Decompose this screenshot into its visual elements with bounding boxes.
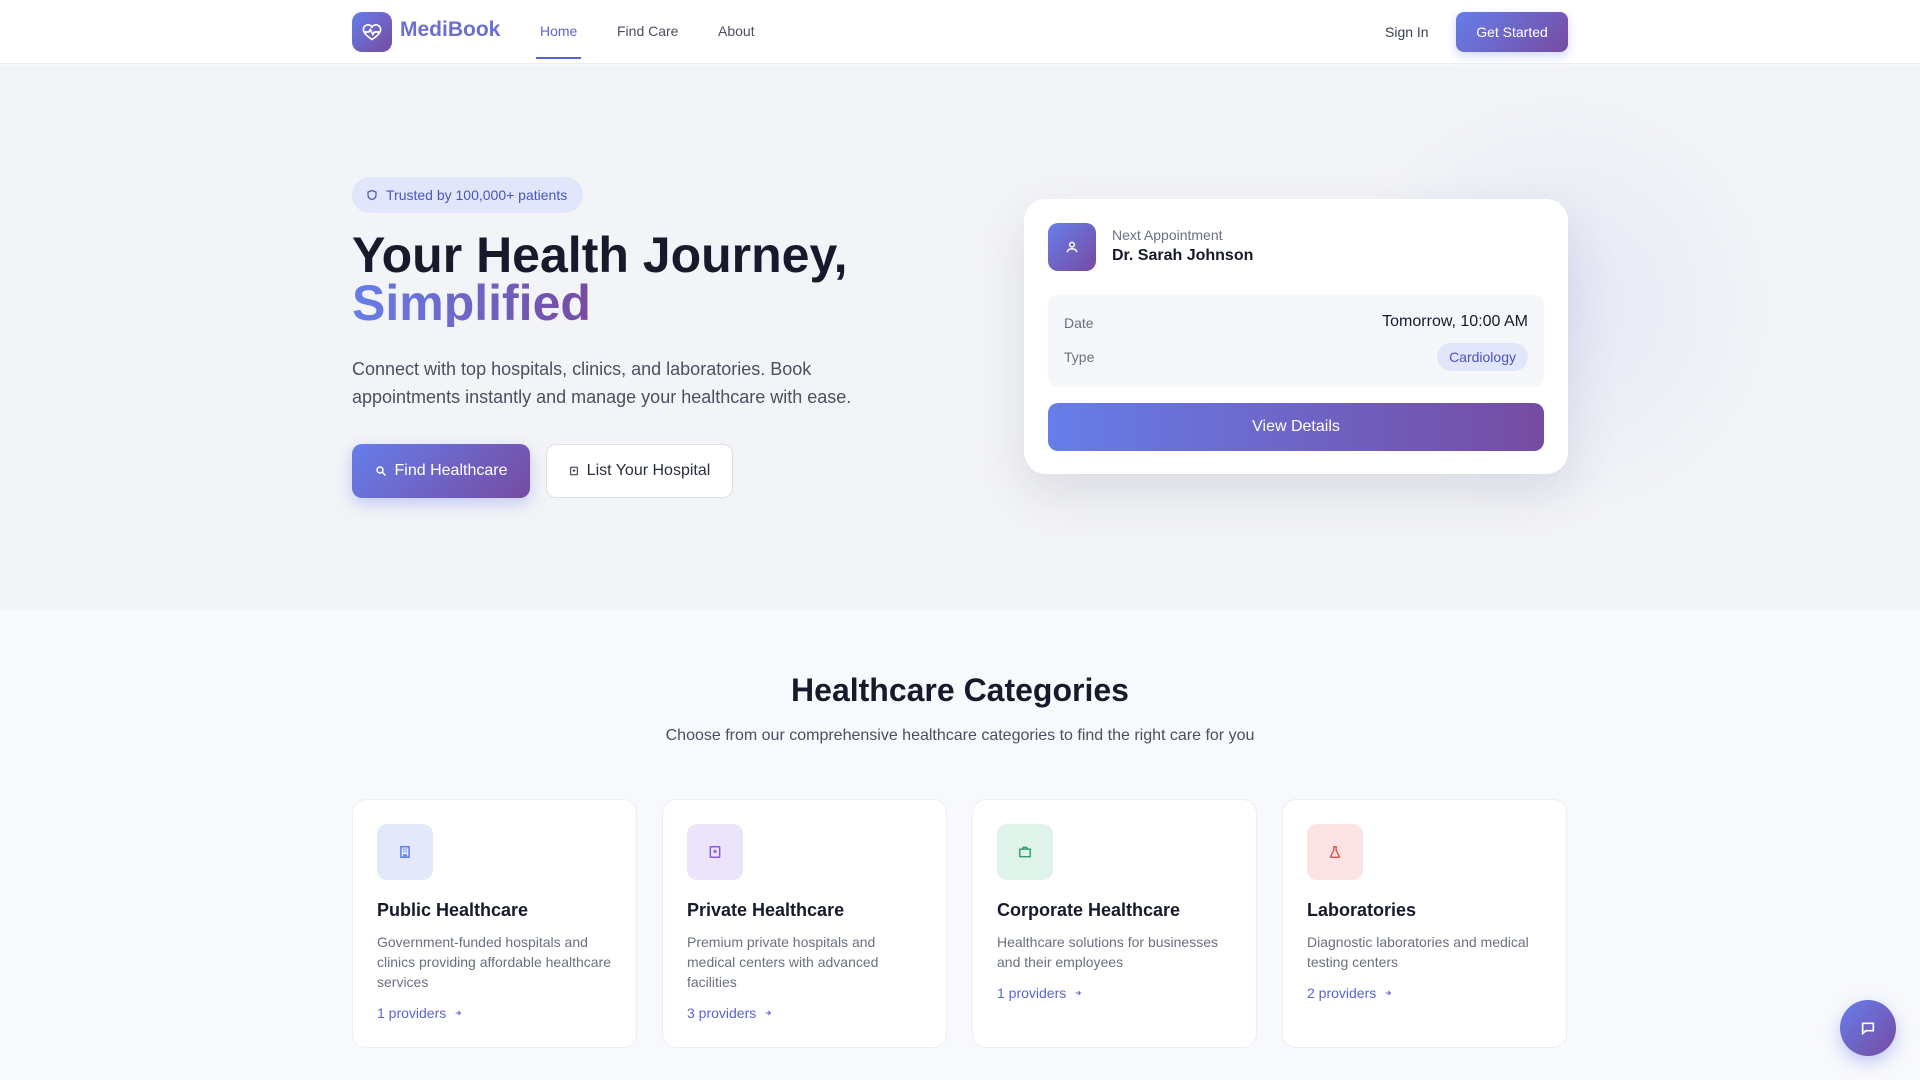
logo-mark[interactable] — [352, 12, 392, 52]
nav-active-indicator — [536, 57, 581, 59]
arrow-right-icon — [765, 1010, 772, 1016]
hospital-icon — [709, 846, 721, 858]
hero-title: Your Health Journey, — [352, 227, 848, 283]
appointment-label: Next Appointment — [1112, 227, 1223, 243]
category-description: Healthcare solutions for businesses and … — [997, 934, 1219, 970]
providers-count: 1 providers — [997, 985, 1067, 1001]
view-details-button[interactable]: View Details — [1048, 403, 1544, 451]
category-title: Private Healthcare — [687, 900, 845, 920]
list-hospital-button[interactable]: List Your Hospital — [546, 444, 733, 498]
briefcase-icon — [1019, 846, 1031, 858]
providers-count: 2 providers — [1307, 985, 1377, 1001]
doctor-avatar — [1048, 223, 1096, 271]
category-providers-link[interactable]: 1 providers — [997, 985, 1082, 1001]
category-icon-box — [687, 824, 743, 880]
doctor-name: Dr. Sarah Johnson — [1112, 247, 1254, 264]
hero-title-highlight: Simplified — [352, 275, 591, 331]
category-description: Premium private hospitals and medical ce… — [687, 934, 879, 990]
nav-link-home[interactable]: Home — [540, 23, 577, 39]
category-providers-link[interactable]: 2 providers — [1307, 985, 1392, 1001]
building-icon — [400, 846, 410, 858]
nav-link-find-care[interactable]: Find Care — [617, 23, 678, 39]
nav-link-about[interactable]: About — [718, 23, 755, 39]
category-title: Corporate Healthcare — [997, 900, 1181, 920]
trust-badge-text: Trusted by 100,000+ patients — [386, 187, 568, 203]
category-description: Government-funded hospitals and clinics … — [377, 934, 611, 990]
arrow-right-icon — [1385, 990, 1392, 996]
providers-count: 1 providers — [377, 1005, 447, 1021]
shield-check-icon — [367, 189, 377, 201]
providers-count: 3 providers — [687, 1005, 757, 1021]
hero-section: Trusted by 100,000+ patients Your Health… — [0, 65, 1920, 610]
category-icon-box — [997, 824, 1053, 880]
heart-pulse-icon — [362, 23, 382, 41]
hero-description: Connect with top hospitals, clinics, and… — [352, 359, 852, 407]
search-icon — [375, 466, 386, 477]
hospital-icon — [569, 466, 578, 476]
type-badge: Cardiology — [1437, 343, 1528, 371]
chat-fab-button[interactable] — [1840, 1000, 1896, 1056]
type-label: Type — [1064, 349, 1095, 365]
arrow-right-icon — [455, 1010, 462, 1016]
date-label: Date — [1064, 315, 1094, 331]
category-providers-link[interactable]: 1 providers — [377, 1005, 462, 1021]
trust-badge: Trusted by 100,000+ patients — [352, 177, 584, 213]
category-card-corporate[interactable]: Corporate Healthcare Healthcare solution… — [972, 799, 1257, 1048]
arrow-right-icon — [1075, 990, 1082, 996]
category-title: Laboratories — [1307, 900, 1417, 920]
sign-in-link[interactable]: Sign In — [1385, 24, 1429, 40]
doctor-icon — [1066, 241, 1078, 253]
category-providers-link[interactable]: 3 providers — [687, 1005, 772, 1021]
logo-text[interactable]: MediBook — [400, 18, 500, 42]
category-icon-box — [377, 824, 433, 880]
find-healthcare-label: Find Healthcare — [394, 462, 508, 479]
top-navbar: MediBook Home Find Care About Sign In Ge… — [0, 0, 1920, 64]
categories-title: Healthcare Categories — [791, 672, 1129, 708]
category-card-private[interactable]: Private Healthcare Premium private hospi… — [662, 799, 947, 1048]
date-value: Tomorrow, 10:00 AM — [1382, 313, 1528, 330]
appointment-details: Date Tomorrow, 10:00 AM Type Cardiology — [1048, 295, 1544, 387]
categories-subtitle: Choose from our comprehensive healthcare… — [665, 727, 1255, 744]
category-description: Diagnostic laboratories and medical test… — [1307, 934, 1529, 970]
category-title: Public Healthcare — [377, 900, 529, 920]
category-card-laboratories[interactable]: Laboratories Diagnostic laboratories and… — [1282, 799, 1567, 1048]
find-healthcare-button[interactable]: Find Healthcare — [352, 444, 530, 498]
list-hospital-label: List Your Hospital — [586, 462, 711, 479]
chat-icon — [1861, 1022, 1875, 1036]
flask-icon — [1329, 846, 1341, 859]
category-icon-box — [1307, 824, 1363, 880]
next-appointment-card: Next Appointment Dr. Sarah Johnson Date … — [1024, 199, 1568, 474]
get-started-button[interactable]: Get Started — [1456, 12, 1568, 52]
category-card-public[interactable]: Public Healthcare Government-funded hosp… — [352, 799, 637, 1048]
